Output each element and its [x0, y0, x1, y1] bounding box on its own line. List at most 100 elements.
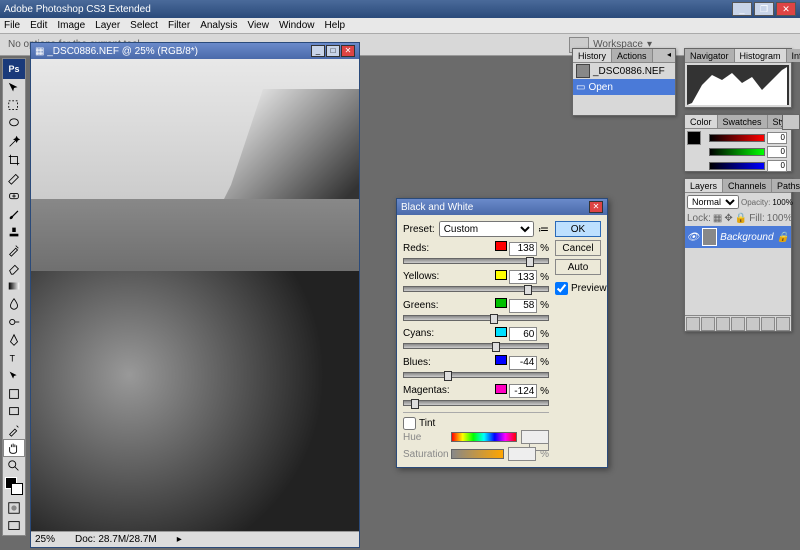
- move-tool[interactable]: [3, 79, 25, 97]
- status-arrow-icon[interactable]: ▸: [177, 534, 182, 545]
- channel-slider[interactable]: [403, 343, 549, 349]
- type-tool[interactable]: T: [3, 349, 25, 367]
- crop-tool[interactable]: [3, 151, 25, 169]
- dialog-close-button[interactable]: ✕: [589, 201, 603, 213]
- channel-value[interactable]: [509, 356, 537, 370]
- b-slider[interactable]: [709, 162, 765, 170]
- gradient-tool[interactable]: [3, 277, 25, 295]
- panel-menu-icon[interactable]: ◂: [664, 50, 674, 60]
- doc-maximize-button[interactable]: □: [326, 45, 340, 57]
- collapsed-panel-icon[interactable]: [782, 114, 800, 130]
- channel-slider[interactable]: [403, 315, 549, 321]
- menu-image[interactable]: Image: [57, 20, 85, 31]
- menu-layer[interactable]: Layer: [95, 20, 120, 31]
- dodge-tool[interactable]: [3, 313, 25, 331]
- doc-minimize-button[interactable]: _: [311, 45, 325, 57]
- wand-tool[interactable]: [3, 133, 25, 151]
- zoom-level[interactable]: 25%: [35, 534, 55, 545]
- background-color[interactable]: [11, 483, 23, 495]
- ok-button[interactable]: OK: [555, 221, 601, 237]
- minimize-button[interactable]: _: [732, 2, 752, 16]
- channel-slider[interactable]: [403, 286, 549, 292]
- new-layer-icon[interactable]: [761, 317, 775, 331]
- zoom-tool[interactable]: [3, 457, 25, 475]
- path-select-tool[interactable]: [3, 367, 25, 385]
- channel-slider[interactable]: [403, 258, 549, 264]
- preset-menu-icon[interactable]: ≔: [538, 223, 549, 236]
- menu-window[interactable]: Window: [279, 20, 315, 31]
- quickmask-tool[interactable]: [3, 499, 25, 517]
- menu-file[interactable]: File: [4, 20, 20, 31]
- layer-mask-icon[interactable]: [716, 317, 730, 331]
- auto-button[interactable]: Auto: [555, 259, 601, 275]
- dialog-titlebar[interactable]: Black and White ✕: [397, 199, 607, 215]
- tab-swatches[interactable]: Swatches: [718, 115, 768, 128]
- tab-info[interactable]: Info: [787, 49, 800, 62]
- channel-value[interactable]: [509, 327, 537, 341]
- channel-value[interactable]: [509, 384, 537, 398]
- b-value[interactable]: 0: [767, 160, 787, 172]
- eyedropper-tool[interactable]: [3, 421, 25, 439]
- doc-info[interactable]: Doc: 28.7M/28.7M: [75, 534, 157, 545]
- menu-filter[interactable]: Filter: [168, 20, 190, 31]
- tint-checkbox[interactable]: [403, 417, 416, 430]
- close-button[interactable]: ✕: [776, 2, 796, 16]
- lasso-tool[interactable]: [3, 115, 25, 133]
- lock-all-icon[interactable]: 🔒: [735, 213, 747, 224]
- tab-history[interactable]: History: [573, 49, 612, 62]
- eraser-tool[interactable]: [3, 259, 25, 277]
- heal-tool[interactable]: [3, 187, 25, 205]
- fill-value[interactable]: 100%: [767, 213, 793, 224]
- menu-help[interactable]: Help: [325, 20, 346, 31]
- stamp-tool[interactable]: [3, 223, 25, 241]
- menu-view[interactable]: View: [247, 20, 269, 31]
- opacity-value[interactable]: 100%: [772, 198, 792, 207]
- lock-position-icon[interactable]: ✥: [724, 213, 732, 224]
- hue-slider[interactable]: [451, 432, 517, 442]
- preview-checkbox[interactable]: [555, 282, 568, 295]
- tab-histogram[interactable]: Histogram: [735, 49, 787, 62]
- layer-thumbnail[interactable]: [702, 228, 717, 246]
- layer-fx-icon[interactable]: [701, 317, 715, 331]
- canvas[interactable]: [31, 59, 359, 531]
- document-titlebar[interactable]: ▦ _DSC0886.NEF @ 25% (RGB/8*) _ □ ✕: [31, 43, 359, 59]
- shape-tool[interactable]: [3, 385, 25, 403]
- channel-slider[interactable]: [403, 400, 549, 406]
- link-layers-icon[interactable]: [686, 317, 700, 331]
- delete-layer-icon[interactable]: [776, 317, 790, 331]
- notes-tool[interactable]: [3, 403, 25, 421]
- r-slider[interactable]: [709, 134, 765, 142]
- tab-channels[interactable]: Channels: [723, 179, 772, 192]
- tab-color[interactable]: Color: [685, 115, 718, 128]
- r-value[interactable]: 0: [767, 132, 787, 144]
- color-fg-swatch[interactable]: [687, 131, 701, 145]
- cancel-button[interactable]: Cancel: [555, 240, 601, 256]
- ps-logo-icon[interactable]: Ps: [3, 59, 25, 79]
- channel-slider[interactable]: [403, 372, 549, 378]
- hand-tool[interactable]: [3, 439, 25, 457]
- blend-mode-select[interactable]: Normal: [687, 195, 739, 209]
- preset-select[interactable]: Custom: [439, 221, 534, 237]
- pen-tool[interactable]: [3, 331, 25, 349]
- channel-value[interactable]: [509, 299, 537, 313]
- marquee-tool[interactable]: [3, 97, 25, 115]
- tab-actions[interactable]: Actions: [612, 49, 653, 62]
- tab-layers[interactable]: Layers: [685, 179, 723, 192]
- visibility-icon[interactable]: 👁: [687, 231, 699, 243]
- doc-close-button[interactable]: ✕: [341, 45, 355, 57]
- layer-group-icon[interactable]: [746, 317, 760, 331]
- history-brush-tool[interactable]: [3, 241, 25, 259]
- channel-value[interactable]: [509, 270, 537, 284]
- color-swatches[interactable]: [3, 475, 25, 499]
- layer-background[interactable]: 👁 Background 🔒: [685, 226, 791, 248]
- menu-analysis[interactable]: Analysis: [200, 20, 237, 31]
- tab-navigator[interactable]: Navigator: [685, 49, 735, 62]
- tab-paths[interactable]: Paths: [772, 179, 800, 192]
- history-snapshot[interactable]: _DSC0886.NEF: [573, 63, 675, 79]
- menu-edit[interactable]: Edit: [30, 20, 47, 31]
- lock-pixels-icon[interactable]: ▦: [713, 213, 722, 224]
- channel-value[interactable]: [509, 242, 537, 256]
- g-slider[interactable]: [709, 148, 765, 156]
- history-step-open[interactable]: ▭Open: [573, 79, 675, 95]
- adjustment-layer-icon[interactable]: [731, 317, 745, 331]
